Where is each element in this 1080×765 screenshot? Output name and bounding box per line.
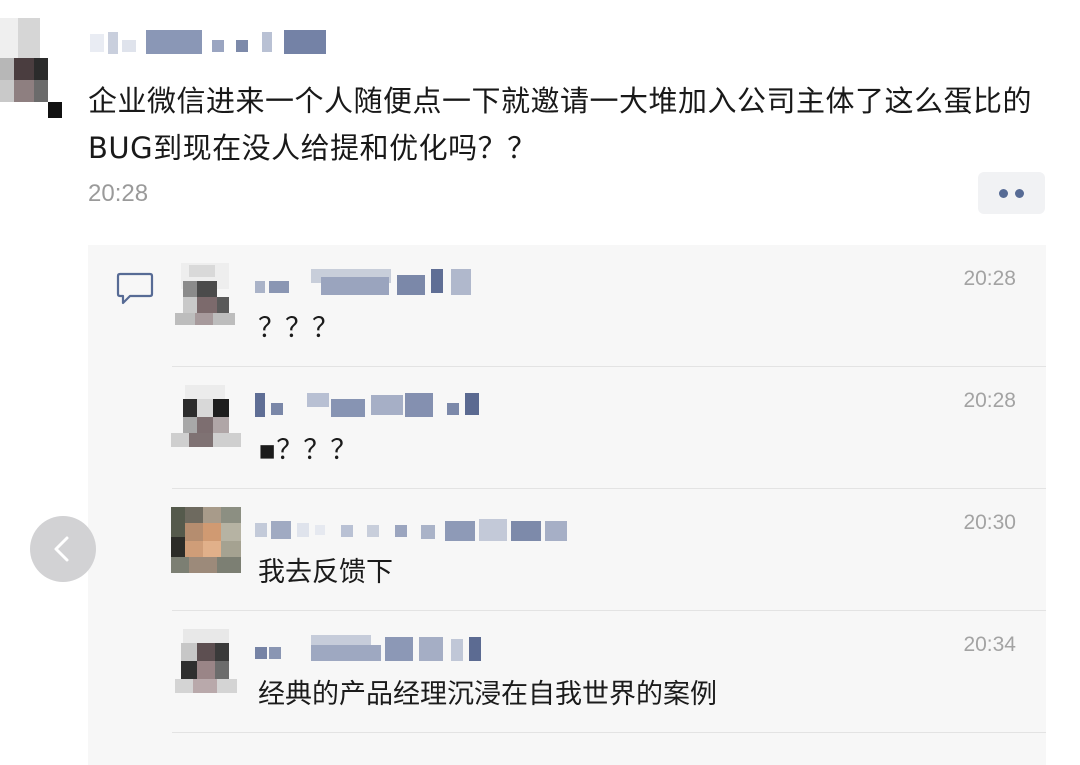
post-author-name[interactable]: [90, 26, 330, 58]
commenter-name[interactable]: [255, 633, 595, 665]
comments-panel: 20:28 ？？？ 20:28 ▪？？？ 20:30 我去反馈下 20:34 经…: [88, 245, 1046, 765]
comment-item: 20:28 ？？？: [88, 245, 1046, 367]
comment-text: 经典的产品经理沉浸在自我世界的案例: [258, 679, 717, 710]
comment-timestamp: 20:28: [963, 267, 1016, 290]
comment-item: 20:34 经典的产品经理沉浸在自我世界的案例: [88, 611, 1046, 733]
commenter-avatar[interactable]: [171, 263, 241, 329]
post-text: 企业微信进来一个人随便点一下就邀请一大堆加入公司主体了这么蛋比的BUG到现在没人…: [88, 84, 1033, 165]
comment-timestamp: 20:28: [963, 389, 1016, 412]
chevron-left-icon: [54, 536, 69, 562]
more-dots-icon: [999, 189, 1008, 198]
comment-text: ▪？？？: [258, 435, 358, 466]
commenter-name[interactable]: [255, 511, 595, 543]
commenter-name[interactable]: [255, 389, 595, 421]
comment-item: 20:28 ▪？？？: [88, 367, 1046, 489]
commenter-avatar[interactable]: [171, 507, 241, 573]
comment-text: 我去反馈下: [258, 557, 393, 588]
back-button[interactable]: [30, 516, 96, 582]
comment-timestamp: 20:30: [963, 511, 1016, 534]
comment-divider: [172, 732, 1046, 733]
commenter-name[interactable]: [255, 267, 595, 299]
more-dots-icon-dot: [1015, 189, 1024, 198]
more-button[interactable]: [978, 172, 1045, 214]
commenter-avatar[interactable]: [171, 629, 241, 695]
post-author-avatar[interactable]: [0, 18, 62, 118]
comment-text: ？？？: [258, 313, 339, 344]
commenter-avatar[interactable]: [171, 385, 241, 451]
comment-timestamp: 20:34: [963, 633, 1016, 656]
post-timestamp: 20:28: [88, 180, 149, 207]
comment-item: 20:30 我去反馈下: [88, 489, 1046, 611]
